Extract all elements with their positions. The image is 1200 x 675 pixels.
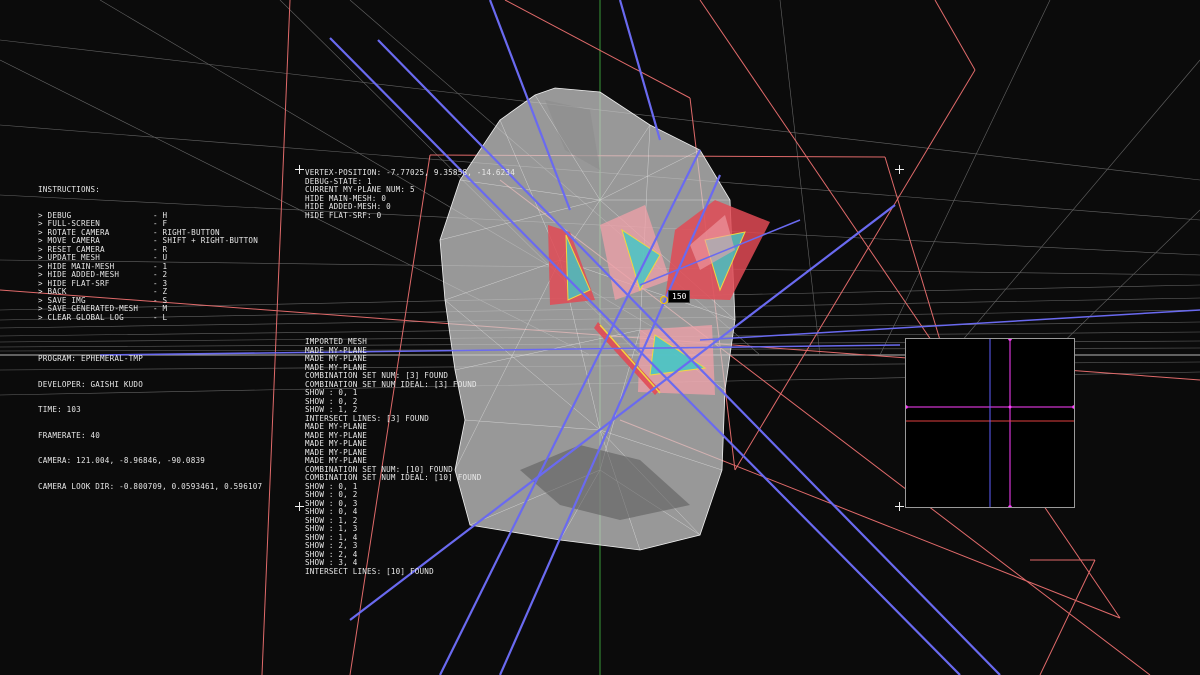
minimap-canvas: [904, 337, 1076, 509]
crosshair-marker: [295, 165, 304, 174]
crosshair-marker: [895, 502, 904, 511]
instruction-label: > CLEAR GLOBAL LOG: [38, 312, 124, 322]
developer-line: DEVELOPER: GAISHI KUDO: [38, 379, 143, 389]
program-info-panel: PROGRAM: EPHEMERAL-TMP DEVELOPER: GAISHI…: [38, 338, 262, 500]
instruction-shortcut: - SHIFT + RIGHT-BUTTON: [153, 236, 258, 245]
instructions-list: > DEBUG - H > FULL-SCREEN - F > ROTATE CAMER…: [38, 211, 258, 321]
crosshair-marker: [295, 502, 304, 511]
program-line: PROGRAM: EPHEMERAL-TMP: [38, 354, 143, 363]
instructions-title: INSTRUCTIONS:: [38, 185, 101, 194]
main-mesh[interactable]: [439, 87, 736, 551]
instructions-panel: INSTRUCTIONS: > DEBUG - H > FULL-SCREEN - F…: [38, 169, 258, 321]
selected-vertex-marker[interactable]: [660, 296, 668, 304]
global-log-panel: IMPORTED MESH MADE MY-PLANE MADE MY-PLANE M…: [305, 337, 482, 576]
camera-look-dir-readout: CAMERA LOOK DIR: -0.800709, 0.0593461, 0…: [38, 481, 263, 491]
instruction-item: > HIDE FLAT-SRF - 3: [38, 279, 258, 289]
camera-position-readout: CAMERA: 121.004, -8.96846, -90.0839: [38, 456, 206, 465]
instruction-shortcut: - L: [153, 312, 168, 322]
top-view-minimap[interactable]: [904, 337, 1076, 509]
log-line: INTERSECT LINES: [10] FOUND: [305, 566, 434, 576]
debug-state-line: HIDE FLAT-SRF: 0: [305, 210, 382, 220]
time-readout: TIME: 103: [38, 405, 81, 414]
selected-vertex-label: 150: [668, 290, 691, 303]
crosshair-marker: [895, 165, 904, 174]
debug-state-panel: VERTEX-POSITION: -7.77025, 9.35858, -14.…: [305, 168, 515, 220]
framerate-readout: FRAMERATE: 40: [38, 430, 101, 440]
instruction-item: > CLEAR GLOBAL LOG - L: [38, 312, 258, 323]
